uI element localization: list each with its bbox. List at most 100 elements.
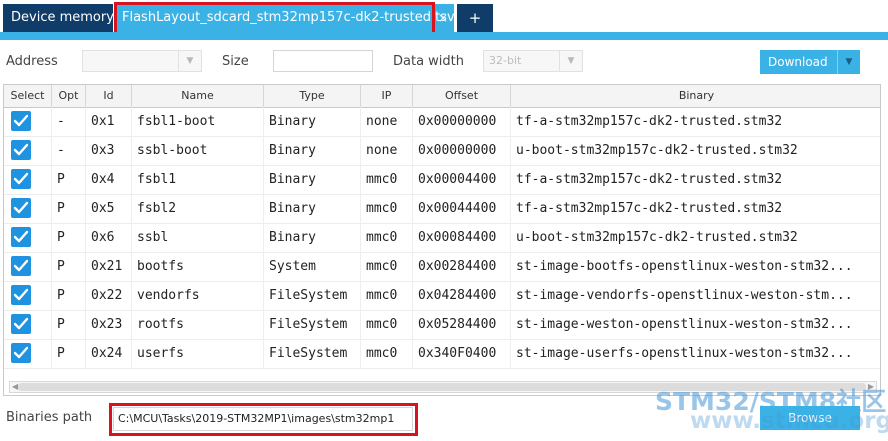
tab-underline xyxy=(0,32,888,40)
check-icon xyxy=(13,143,29,156)
close-icon[interactable]: × xyxy=(438,4,448,32)
header-name[interactable]: Name xyxy=(132,85,264,107)
chevron-down-icon[interactable]: ▼ xyxy=(837,50,860,74)
check-icon xyxy=(13,114,29,127)
select-checkbox[interactable] xyxy=(11,256,31,276)
cell-id: 0x6 xyxy=(86,223,132,252)
cell-type: Binary xyxy=(264,107,361,136)
table-row[interactable]: P 0x6 ssbl Binary mmc0 0x00084400 u-boot-stm32… xyxy=(4,223,880,253)
cell-type: FileSystem xyxy=(264,281,361,310)
cell-opt: P xyxy=(52,281,86,310)
cell-type: Binary xyxy=(264,194,361,223)
cell-name: rootfs xyxy=(132,310,264,339)
table-row[interactable]: P 0x22 vendorfs FileSystem mmc0 0x04284400 st-… xyxy=(4,281,880,311)
select-checkbox[interactable] xyxy=(11,285,31,305)
cell-type: Binary xyxy=(264,136,361,165)
cell-ip: mmc0 xyxy=(361,223,413,252)
cell-type: Binary xyxy=(264,165,361,194)
select-checkbox[interactable] xyxy=(11,140,31,160)
cell-type: FileSystem xyxy=(264,310,361,339)
cell-name: fsbl1 xyxy=(132,165,264,194)
select-checkbox[interactable] xyxy=(11,169,31,189)
address-dropdown[interactable]: ▼ xyxy=(82,50,202,72)
select-cell xyxy=(4,165,52,194)
cell-name: ssbl xyxy=(132,223,264,252)
check-icon xyxy=(13,230,29,243)
cell-name: bootfs xyxy=(132,252,264,281)
header-select[interactable]: Select xyxy=(4,85,52,107)
check-icon xyxy=(13,259,29,272)
check-icon xyxy=(13,172,29,185)
header-id[interactable]: Id xyxy=(86,85,132,107)
check-icon xyxy=(13,201,29,214)
table-row[interactable]: P 0x21 bootfs System mmc0 0x00284400 st-image-… xyxy=(4,252,880,282)
cell-offset: 0x04284400 xyxy=(413,281,511,310)
cell-binary: tf-a-stm32mp157c-dk2-trusted.stm32 xyxy=(516,172,783,187)
table-row[interactable]: P 0x24 userfs FileSystem mmc0 0x340F0400 st-im… xyxy=(4,339,880,369)
cell-offset: 0x00004400 xyxy=(413,165,511,194)
cell-ip: none xyxy=(361,136,413,165)
table-row[interactable]: -0x1 fsbl1-boot Binary none 0x00000000 tf-a-s… xyxy=(4,107,880,137)
data-width-value: 32-bit xyxy=(489,54,522,67)
cell-name: fsbl1-boot xyxy=(132,107,264,136)
header-binary[interactable]: Binary xyxy=(511,85,880,107)
select-checkbox[interactable] xyxy=(11,111,31,131)
partition-table: Select Opt Id Name Type IP Offset Binary… xyxy=(3,84,881,396)
cell-offset: 0x00000000 xyxy=(413,107,511,136)
select-cell xyxy=(4,339,52,368)
cell-binary: u-boot-stm32mp157c-dk2-trusted.stm32 xyxy=(516,143,798,158)
cell-id: 0x1 xyxy=(86,107,132,136)
select-checkbox[interactable] xyxy=(11,227,31,247)
cell-ip: mmc0 xyxy=(361,165,413,194)
cell-opt: P xyxy=(52,310,86,339)
header-offset[interactable]: Offset xyxy=(413,85,511,107)
check-icon xyxy=(13,317,29,330)
select-cell xyxy=(4,252,52,281)
cell-opt: - xyxy=(52,136,86,165)
cell-ip: mmc0 xyxy=(361,252,413,281)
header-ip[interactable]: IP xyxy=(361,85,413,107)
cell-ip: mmc0 xyxy=(361,310,413,339)
cell-offset: 0x00084400 xyxy=(413,223,511,252)
select-cell xyxy=(4,223,52,252)
tab-device-memory[interactable]: Device memory xyxy=(3,4,114,32)
tab-bar: Device memory FlashLayout_sdcard_stm32mp… xyxy=(0,0,888,39)
cell-opt: P xyxy=(52,165,86,194)
cell-id: 0x24 xyxy=(86,339,132,368)
cell-name: ssbl-boot xyxy=(132,136,264,165)
cell-ip: mmc0 xyxy=(361,339,413,368)
download-label: Download xyxy=(768,55,828,69)
header-type[interactable]: Type xyxy=(264,85,361,107)
binaries-path-label: Binaries path xyxy=(6,410,93,425)
select-cell xyxy=(4,310,52,339)
cell-ip: mmc0 xyxy=(361,194,413,223)
select-checkbox[interactable] xyxy=(11,314,31,334)
cell-offset: 0x340F0400 xyxy=(413,339,511,368)
cell-binary: st-image-vendorfs-openstlinux-weston-stm… xyxy=(516,288,853,303)
cell-id: 0x22 xyxy=(86,281,132,310)
check-icon xyxy=(13,346,29,359)
cell-binary: st-image-userfs-openstlinux-weston-stm32… xyxy=(516,346,853,361)
table-row[interactable]: P 0x5 fsbl2 Binary mmc0 0x00044400 tf-a-stm32m… xyxy=(4,194,880,224)
cell-offset: 0x05284400 xyxy=(413,310,511,339)
select-cell xyxy=(4,136,52,165)
select-checkbox[interactable] xyxy=(11,343,31,363)
select-checkbox[interactable] xyxy=(11,198,31,218)
table-row[interactable]: P 0x23 rootfs FileSystem mmc0 0x05284400 st-im… xyxy=(4,310,880,340)
table-row[interactable]: P 0x4 fsbl1 Binary mmc0 0x00004400 tf-a-stm32m… xyxy=(4,165,880,195)
cell-type: System xyxy=(264,252,361,281)
cell-name: userfs xyxy=(132,339,264,368)
cell-type: Binary xyxy=(264,223,361,252)
header-opt[interactable]: Opt xyxy=(52,85,86,107)
download-button[interactable]: Download ▼ xyxy=(760,50,860,74)
chevron-down-icon: ▼ xyxy=(559,51,582,71)
cell-binary: u-boot-stm32mp157c-dk2-trusted.stm32 xyxy=(516,230,798,245)
cell-id: 0x23 xyxy=(86,310,132,339)
add-tab-button[interactable]: + xyxy=(457,4,493,32)
data-width-dropdown[interactable]: 32-bit ▼ xyxy=(483,50,583,72)
size-input[interactable] xyxy=(273,50,373,72)
cell-type: FileSystem xyxy=(264,339,361,368)
table-row[interactable]: -0x3 ssbl-boot Binary none 0x00000000 u-boot-… xyxy=(4,136,880,166)
select-cell xyxy=(4,194,52,223)
cell-binary: tf-a-stm32mp157c-dk2-trusted.stm32 xyxy=(516,201,783,216)
